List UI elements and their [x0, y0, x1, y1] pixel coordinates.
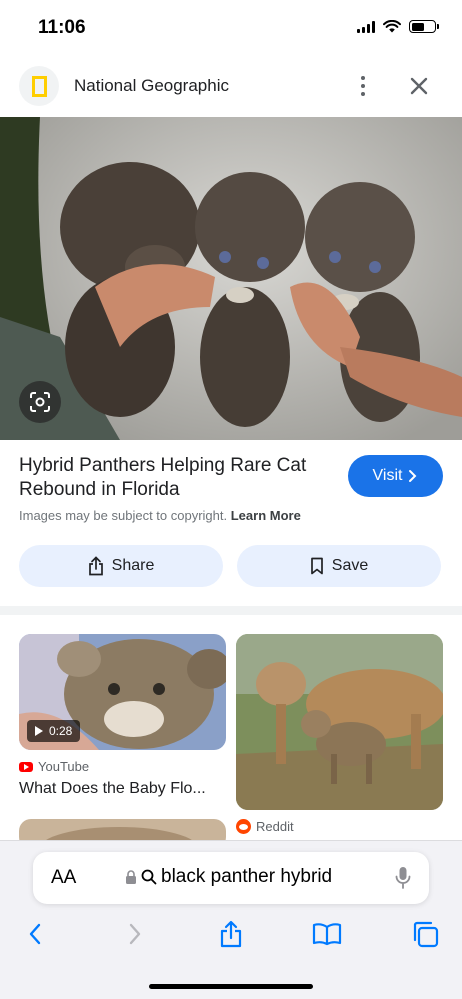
- related-image-thumbnail[interactable]: [236, 634, 443, 810]
- wifi-icon: [383, 20, 401, 33]
- chevron-left-icon: [29, 923, 41, 945]
- copyright-text: Images may be subject to copyright.: [19, 508, 228, 523]
- forward-button[interactable]: [120, 919, 150, 949]
- share-button[interactable]: Share: [19, 545, 223, 587]
- back-button[interactable]: [20, 919, 50, 949]
- result-title[interactable]: Hybrid Panthers Helping Rare Cat Rebound…: [19, 454, 329, 502]
- chevron-right-icon: [409, 470, 417, 482]
- learn-more-link[interactable]: Learn More: [231, 508, 301, 523]
- reddit-icon: [236, 819, 251, 834]
- battery-icon: [409, 20, 439, 33]
- share-icon: [220, 920, 242, 948]
- source-youtube: YouTube: [19, 759, 89, 774]
- bookmarks-button[interactable]: [312, 919, 342, 949]
- result-header: National Geographic: [0, 60, 462, 114]
- status-bar: 11:06: [0, 0, 462, 56]
- cellular-signal-icon: [357, 20, 375, 33]
- address-text: black panther hybrid: [161, 866, 333, 887]
- reader-settings-button[interactable]: AA: [51, 867, 76, 889]
- share-label: Share: [111, 557, 155, 574]
- source-name: YouTube: [38, 759, 90, 774]
- book-icon: [312, 923, 342, 946]
- copyright-notice: Images may be subject to copyright. Lear…: [19, 508, 301, 523]
- home-indicator: [149, 984, 313, 989]
- more-options-button[interactable]: [352, 72, 374, 100]
- video-duration-badge: 0:28: [27, 720, 81, 742]
- hero-image[interactable]: [0, 117, 462, 440]
- address-bar[interactable]: AA black panther hybrid: [33, 852, 429, 904]
- section-divider: [0, 606, 462, 615]
- related-title[interactable]: What Does the Baby Flo...: [19, 780, 224, 798]
- status-icons: [357, 20, 439, 33]
- browser-toolbar: AA black panther hybrid: [0, 840, 462, 999]
- share-sheet-button[interactable]: [216, 919, 246, 949]
- kittens-photo: [0, 117, 462, 440]
- youtube-icon: [19, 761, 33, 772]
- visit-button[interactable]: Visit: [348, 455, 443, 497]
- lens-button[interactable]: [19, 381, 61, 423]
- source-name: Reddit: [256, 819, 294, 834]
- close-icon[interactable]: [405, 72, 433, 100]
- visit-label: Visit: [372, 467, 403, 484]
- site-logo: [19, 66, 59, 106]
- lens-icon: [30, 392, 50, 412]
- tabs-button[interactable]: [410, 919, 440, 949]
- play-icon: [35, 726, 43, 736]
- chevron-right-icon: [129, 923, 141, 945]
- panther-mother-kitten-image: [236, 634, 443, 810]
- source-reddit: Reddit: [236, 819, 294, 834]
- related-video-thumbnail[interactable]: 0:28: [19, 634, 226, 750]
- search-icon: [141, 869, 157, 885]
- status-time: 11:06: [38, 17, 86, 38]
- video-duration: 0:28: [49, 724, 73, 738]
- aa-label: AA: [51, 867, 77, 888]
- save-button[interactable]: Save: [237, 545, 441, 587]
- bookmark-icon: [310, 557, 323, 575]
- tabs-icon: [413, 921, 439, 948]
- share-icon: [88, 556, 103, 576]
- site-name: National Geographic: [74, 76, 229, 95]
- address-field[interactable]: black panther hybrid: [125, 866, 332, 888]
- lock-icon: [126, 869, 136, 884]
- microphone-icon[interactable]: [395, 866, 411, 890]
- save-label: Save: [331, 557, 369, 574]
